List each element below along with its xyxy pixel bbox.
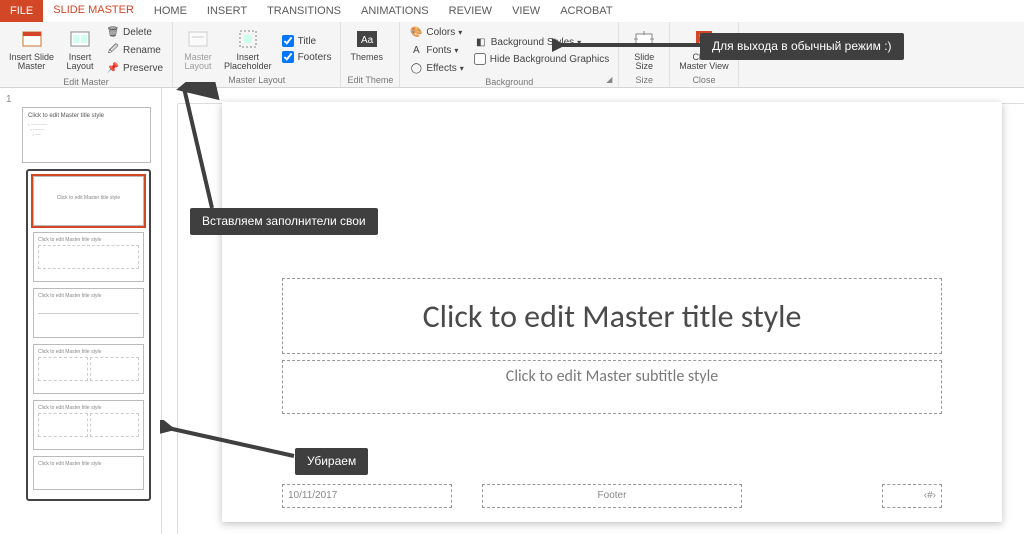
layout-thumb-2[interactable]: Click to edit Master title style (33, 232, 144, 282)
colors-icon: 🎨 (409, 25, 423, 39)
preserve-icon: 📌 (106, 61, 120, 75)
group-edit-master: Insert Slide Master Insert Layout 🗑Delet… (0, 22, 173, 87)
footers-checkbox[interactable]: Footers (279, 50, 335, 64)
tab-bar: FILE SLIDE MASTER HOME INSERT TRANSITION… (0, 0, 1024, 22)
master-thumbnail[interactable]: Click to edit Master title style • ─────… (22, 107, 151, 163)
tab-transitions[interactable]: TRANSITIONS (257, 0, 351, 22)
tab-file[interactable]: FILE (0, 0, 43, 22)
subtitle-placeholder[interactable]: Click to edit Master subtitle style (282, 360, 942, 414)
slide-size-button[interactable]: Slide Size (625, 24, 663, 74)
layouts-container: Click to edit Master title style Click t… (26, 169, 151, 501)
tab-acrobat[interactable]: ACROBAT (550, 0, 622, 22)
date-placeholder[interactable]: 10/11/2017 (282, 484, 452, 508)
bg-styles-button[interactable]: ◧Background Styles ▾ (471, 34, 613, 50)
vertical-ruler (162, 104, 178, 534)
footer-placeholder[interactable]: Footer (482, 484, 742, 508)
title-placeholder[interactable]: Click to edit Master title style (282, 278, 942, 354)
callout-insert: Вставляем заполнители свои (190, 208, 378, 235)
preserve-button[interactable]: 📌Preserve (103, 60, 166, 76)
tab-animations[interactable]: ANIMATIONS (351, 0, 439, 22)
insert-placeholder-button[interactable]: Insert Placeholder (221, 24, 275, 74)
slide-master-icon (19, 26, 45, 52)
effects-icon: ◯ (409, 61, 423, 75)
colors-button[interactable]: 🎨Colors ▾ (406, 24, 466, 40)
title-checkbox[interactable]: Title (279, 34, 335, 48)
group-master-layout: Master Layout Insert Placeholder Title F… (173, 22, 341, 87)
callout-remove: Убираем (295, 448, 368, 475)
fonts-icon: A (409, 43, 423, 57)
tab-insert[interactable]: INSERT (197, 0, 257, 22)
insert-slide-master-button[interactable]: Insert Slide Master (6, 24, 57, 76)
themes-button[interactable]: Aa Themes (347, 24, 386, 74)
hide-bg-checkbox[interactable]: Hide Background Graphics (471, 52, 613, 66)
master-layout-icon (185, 26, 211, 52)
rename-icon: 🖉 (106, 43, 120, 57)
group-size: Slide Size Size (619, 22, 670, 87)
canvas-area: Click to edit Master title style Click t… (162, 88, 1024, 534)
callout-close: Для выхода в обычный режим :) (700, 33, 904, 60)
workspace: 1 Click to edit Master title style • ───… (0, 88, 1024, 534)
master-layout-button[interactable]: Master Layout (179, 24, 217, 74)
layout-icon (67, 26, 93, 52)
slide-size-icon (631, 26, 657, 52)
effects-button[interactable]: ◯Effects ▾ (406, 60, 466, 76)
thumbnail-panel: 1 Click to edit Master title style • ───… (0, 88, 162, 534)
svg-text:Aa: Aa (361, 35, 374, 46)
tab-view[interactable]: VIEW (502, 0, 550, 22)
themes-icon: Aa (354, 26, 380, 52)
tab-review[interactable]: REVIEW (439, 0, 502, 22)
tab-home[interactable]: HOME (144, 0, 197, 22)
bg-styles-icon: ◧ (474, 35, 488, 49)
layout-thumb-6[interactable]: Click to edit Master title style (33, 456, 144, 490)
group-background: 🎨Colors ▾ AFonts ▾ ◯Effects ▾ ◧Backgroun… (400, 22, 619, 87)
delete-icon: 🗑 (106, 25, 120, 39)
layout-thumb-4[interactable]: Click to edit Master title style (33, 344, 144, 394)
master-number: 1 (4, 94, 157, 105)
insert-layout-button[interactable]: Insert Layout (61, 24, 99, 76)
group-edit-theme: Aa Themes Edit Theme (341, 22, 400, 87)
background-dialog-launcher[interactable]: ◢ (606, 75, 616, 85)
layout-thumb-1[interactable]: Click to edit Master title style (33, 176, 144, 226)
tab-slide-master[interactable]: SLIDE MASTER (43, 0, 144, 22)
rename-button[interactable]: 🖉Rename (103, 42, 166, 58)
page-number-placeholder[interactable]: ‹#› (882, 484, 942, 508)
fonts-button[interactable]: AFonts ▾ (406, 42, 466, 58)
layout-thumb-5[interactable]: Click to edit Master title style (33, 400, 144, 450)
placeholder-icon (235, 26, 261, 52)
delete-button[interactable]: 🗑Delete (103, 24, 166, 40)
layout-thumb-3[interactable]: Click to edit Master title style (33, 288, 144, 338)
